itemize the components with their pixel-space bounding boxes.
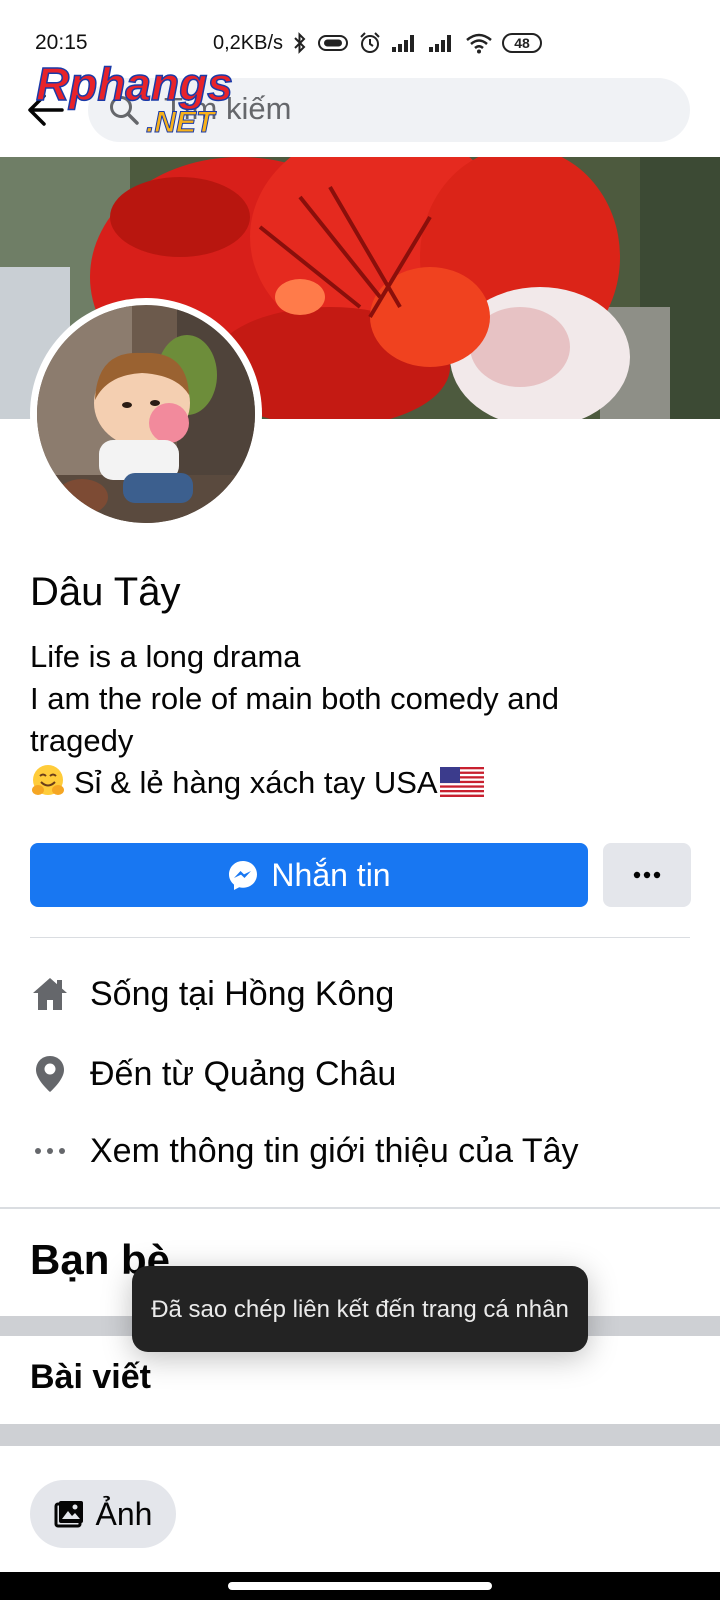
- vibrate-icon: [318, 35, 349, 51]
- toast-notification: Đã sao chép liên kết đến trang cá nhân: [132, 1266, 588, 1352]
- status-time: 20:15: [35, 31, 88, 54]
- posts-section-title: Bài viết: [30, 1358, 151, 1396]
- photos-button-label: Ảnh: [95, 1495, 153, 1532]
- battery-level: 48: [514, 35, 530, 51]
- back-button[interactable]: [22, 86, 70, 134]
- bio-line-with-emoji: Sỉ & lẻ hàng xách tay USA: [30, 762, 700, 804]
- divider: [30, 937, 690, 938]
- intro-see-more-link[interactable]: Xem thông tin giới thiệu của Tây: [30, 1126, 579, 1176]
- bio-line: Life is a long drama: [30, 639, 301, 674]
- signal-icon: [392, 35, 415, 52]
- bluetooth-icon: [294, 32, 306, 54]
- section-separator: [0, 1424, 720, 1446]
- intro-lives-in-text: Sống tại Hồng Kông: [90, 974, 395, 1013]
- intro-from: Đến từ Quảng Châu: [30, 1049, 396, 1099]
- intro-lives-in: Sống tại Hồng Kông: [30, 969, 394, 1019]
- profile-bio: Life is a long drama I am the role of ma…: [30, 636, 700, 804]
- more-dots-icon: [633, 871, 661, 879]
- messenger-icon: [229, 861, 258, 890]
- battery-icon: 48: [502, 33, 543, 53]
- profile-avatar[interactable]: [30, 298, 262, 530]
- status-bar: 20:15 0,2KB/s 48: [0, 0, 720, 80]
- avatar-image: [37, 305, 255, 523]
- status-icons: 0,2KB/s 48: [213, 30, 543, 56]
- photos-button[interactable]: Ảnh: [30, 1480, 176, 1548]
- location-pin-icon: [30, 1054, 70, 1094]
- search-input[interactable]: Tìm kiếm: [88, 78, 690, 142]
- message-button-label: Nhắn tin: [271, 856, 391, 893]
- intro-see-more-text: Xem thông tin giới thiệu của Tây: [90, 1131, 579, 1170]
- back-arrow-icon: [28, 94, 64, 126]
- more-dots-icon: [30, 1131, 70, 1171]
- profile-name: Dâu Tây: [30, 570, 181, 614]
- home-icon: [30, 974, 70, 1014]
- message-button[interactable]: Nhắn tin: [30, 843, 588, 907]
- search-placeholder: Tìm kiếm: [164, 91, 292, 126]
- bio-text: Sỉ & lẻ hàng xách tay USA: [74, 765, 438, 800]
- section-separator: [0, 1207, 720, 1209]
- hugging-face-emoji-icon: [32, 765, 64, 795]
- home-indicator[interactable]: [228, 1582, 492, 1590]
- wifi-icon: [466, 33, 492, 54]
- search-icon: [110, 96, 139, 125]
- bio-line: tragedy: [30, 723, 134, 758]
- bio-line: I am the role of main both comedy and: [30, 681, 560, 716]
- more-options-button[interactable]: [603, 843, 691, 907]
- system-nav-bar: [0, 1572, 720, 1600]
- network-speed: 0,2KB/s: [213, 31, 284, 54]
- us-flag-emoji-icon: [439, 767, 484, 797]
- photos-icon: [54, 1501, 83, 1528]
- intro-from-text: Đến từ Quảng Châu: [90, 1054, 397, 1093]
- alarm-icon: [360, 32, 380, 53]
- signal-icon: [429, 35, 452, 52]
